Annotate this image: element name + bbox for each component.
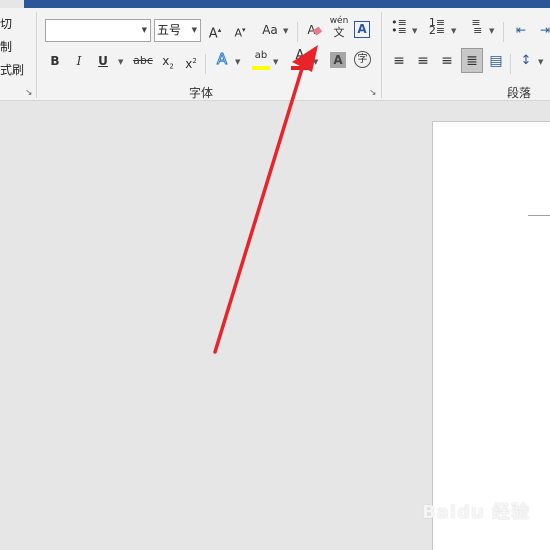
watermark: Baidu 经验	[422, 502, 531, 523]
annotation-arrow-icon	[213, 45, 318, 354]
